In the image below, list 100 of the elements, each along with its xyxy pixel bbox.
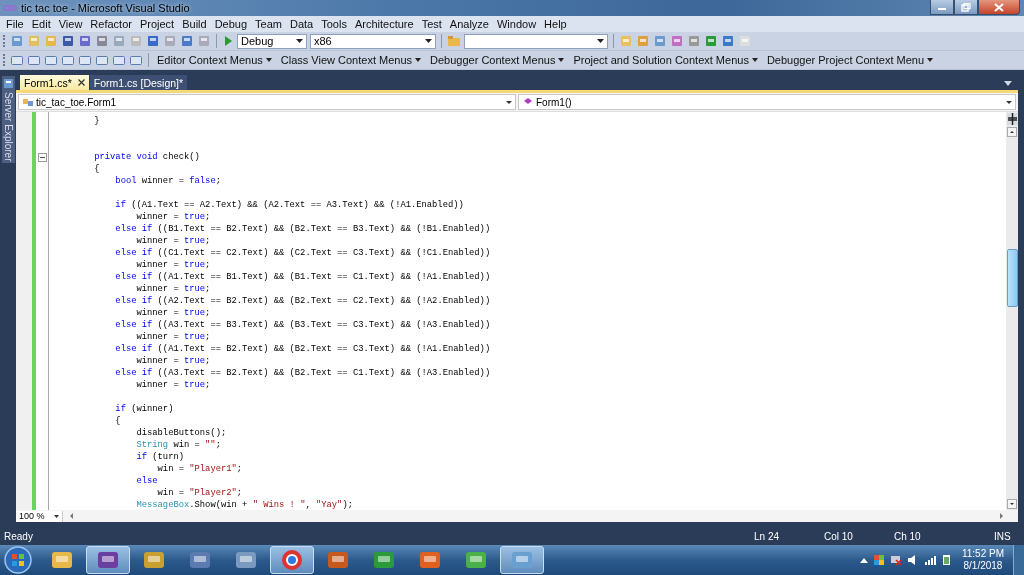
code-line: winner = true;	[135, 212, 211, 222]
char-number: Ch 10	[894, 531, 922, 542]
context-menu-dropdown[interactable]: Project and Solution Context Menus	[570, 54, 761, 66]
caret-icon	[415, 58, 422, 62]
menu-item[interactable]: View	[54, 18, 87, 30]
menu-item[interactable]: Build	[178, 18, 211, 30]
network-error-icon	[889, 554, 902, 566]
menu-item[interactable]: Tools	[317, 18, 351, 30]
clock-date: 8/1/2018	[963, 560, 1003, 572]
code-line: winner = true;	[135, 284, 211, 294]
code-line: win = "Player2";	[156, 488, 243, 498]
code-line: else if ((A1.Text == B2.Text) && (B2.Text == C3.Text) && (!A1.Enabled))	[114, 344, 491, 354]
code-line: else if ((A3.Text == B3.Text) && (B3.Text == C3.Text) && (!A3.Enabled))	[114, 320, 491, 330]
caret-icon	[597, 39, 604, 43]
collapse-icon[interactable]	[38, 152, 47, 162]
code-line: else if ((A2.Text == B2.Text) && (B2.Text == C2.Text) && (!A2.Enabled))	[114, 296, 491, 306]
caret-icon	[751, 58, 758, 62]
caret-icon	[506, 100, 512, 104]
code-line: bool winner = false;	[114, 176, 221, 186]
caret-icon	[1006, 100, 1012, 104]
scroll-up-icon[interactable]	[1007, 127, 1017, 137]
minimize-button[interactable]	[930, 0, 954, 15]
flag-icon	[872, 554, 885, 566]
battery-icon	[940, 554, 953, 566]
start-button[interactable]	[2, 545, 34, 575]
context-menu-dropdown[interactable]: Editor Context Menus	[154, 54, 275, 66]
taskbar-app-button[interactable]	[86, 546, 130, 574]
document-tab[interactable]: Form1.cs*	[20, 75, 89, 90]
menu-item[interactable]: File	[2, 18, 28, 30]
play-icon[interactable]	[222, 34, 234, 48]
menu-item[interactable]: Analyze	[445, 18, 493, 30]
document-tab[interactable]: Form1.cs [Design]*	[89, 75, 188, 90]
scroll-right-icon[interactable]	[998, 512, 1004, 520]
caret-icon[interactable]	[1004, 81, 1012, 86]
scrollbar-thumb[interactable]	[1006, 249, 1018, 307]
menu-item[interactable]: Edit	[27, 18, 55, 30]
platform-dropdown[interactable]: x86	[310, 33, 436, 49]
code-line: win = "Player1";	[156, 464, 243, 474]
restore-button[interactable]	[954, 0, 978, 15]
menu-item[interactable]: Debug	[210, 18, 252, 30]
code-line: if (winner)	[114, 404, 174, 414]
code-line: if (turn)	[135, 452, 184, 462]
caret-icon	[425, 39, 432, 43]
code-line: disableButtons();	[135, 428, 227, 438]
context-menu-dropdown[interactable]: Class View Context Menus	[277, 54, 425, 66]
context-menu-dropdown[interactable]: Debugger Context Menus	[427, 54, 568, 66]
class-icon	[22, 97, 34, 107]
code-line: else if ((B1.Text == B2.Text) && (B2.Text == B3.Text) && (!B1.Enabled))	[114, 224, 491, 234]
show-desktop-button[interactable]	[1013, 545, 1024, 575]
menu-item[interactable]: Refactor	[86, 18, 136, 30]
close-icon	[994, 2, 1004, 12]
code-line: MessageBox.Show(win + " Wins ! ", "Yay");	[135, 500, 353, 510]
zoom-dropdown[interactable]: 100 %	[16, 510, 63, 522]
menu-item[interactable]: Test	[417, 18, 446, 30]
find-dropdown[interactable]	[464, 33, 608, 49]
split-handle-icon[interactable]	[1006, 113, 1018, 125]
window-title: tic tac toe - Microsoft Visual Studio	[21, 2, 190, 14]
ring-icon	[279, 549, 305, 571]
menu-item[interactable]: Window	[492, 18, 541, 30]
code-line: else if ((C1.Text == C2.Text) && (C2.Text == C3.Text) && (!C1.Enabled))	[114, 248, 491, 258]
caret-icon	[54, 514, 59, 518]
code-line: winner = true;	[135, 380, 211, 390]
column-number: Col 10	[824, 531, 854, 542]
code-line: winner = true;	[135, 332, 211, 342]
code-line: winner = true;	[135, 260, 211, 270]
close-button[interactable]	[978, 0, 1020, 15]
menu-item[interactable]: Architecture	[350, 18, 418, 30]
menu-item[interactable]: Data	[286, 18, 318, 30]
caret-icon	[558, 58, 565, 62]
method-icon	[522, 97, 534, 107]
caret-icon	[927, 58, 934, 62]
code-line: else	[135, 476, 158, 486]
scroll-down-icon[interactable]	[1007, 499, 1017, 509]
clock-time: 11:52 PM	[961, 548, 1004, 560]
menu-item[interactable]: Project	[135, 18, 179, 30]
code-line: String win = "";	[135, 440, 221, 450]
code-line: if ((A1.Text == A2.Text) && (A2.Text == A3.Text) && (!A1.Enabled))	[114, 200, 464, 210]
context-menu-dropdown[interactable]: Debugger Project Context Menu	[763, 54, 937, 66]
server-explorer-tab[interactable]: Server Explorer	[1, 76, 15, 164]
menu-item[interactable]: Team	[251, 18, 286, 30]
code-line: else if ((A1.Text == B1.Text) && (B1.Text == C1.Text) && (!A1.Enabled))	[114, 272, 491, 282]
caret-icon	[265, 58, 272, 62]
taskbar-app-button[interactable]	[270, 546, 314, 574]
code-line: }	[93, 116, 100, 126]
scroll-left-icon[interactable]	[69, 512, 75, 520]
member-dropdown[interactable]: Form1()	[518, 94, 1016, 110]
code-line: else if ((A3.Text == B2.Text) && (B2.Text == C1.Text) && (!A3.Enabled))	[114, 368, 491, 378]
configuration-dropdown[interactable]: Debug	[237, 33, 307, 49]
code-line: winner = true;	[135, 356, 211, 366]
restore-icon	[961, 2, 971, 12]
show-hidden-icons[interactable]	[859, 557, 868, 563]
code-line: {	[114, 416, 121, 426]
code-line: {	[93, 164, 100, 174]
caret-icon	[296, 39, 303, 43]
line-number: Ln 24	[754, 531, 781, 542]
close-icon[interactable]	[77, 79, 85, 86]
status-message: Ready	[4, 531, 34, 542]
type-dropdown[interactable]: tic_tac_toe.Form1	[18, 94, 516, 110]
menu-item[interactable]: Help	[540, 18, 571, 30]
insert-mode: INS	[994, 531, 1012, 542]
